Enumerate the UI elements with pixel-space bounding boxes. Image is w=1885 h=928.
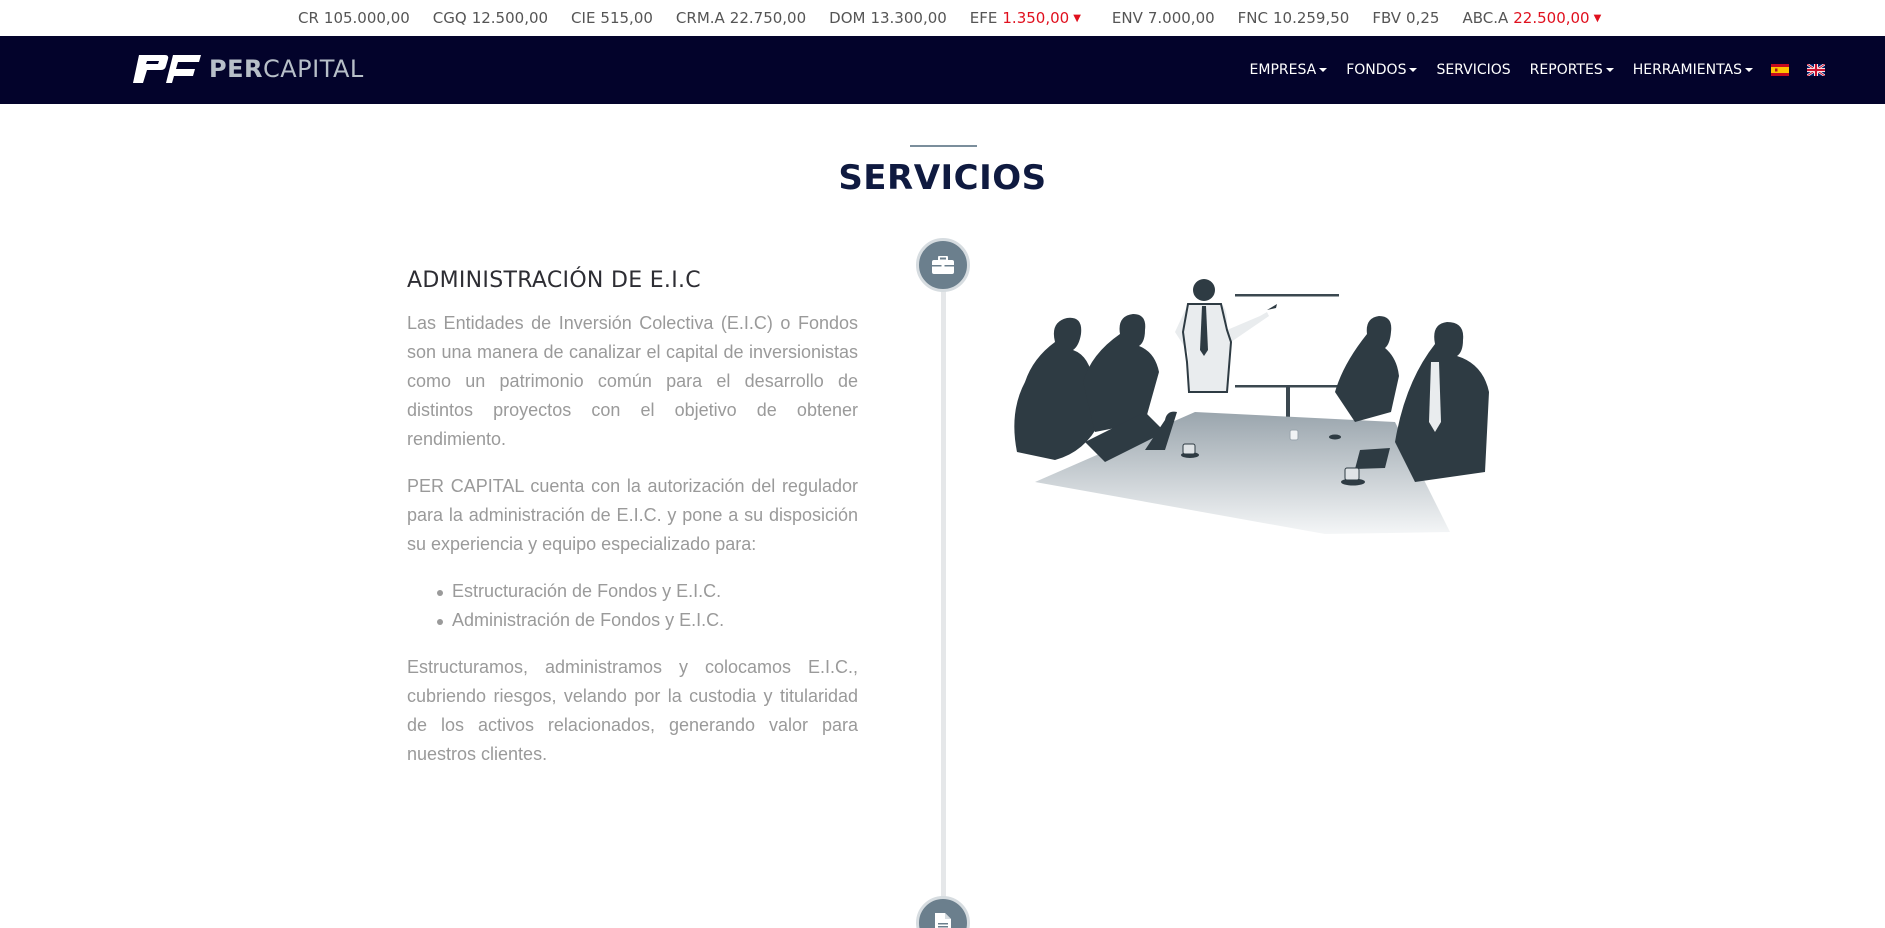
nav-servicios-label: SERVICIOS [1436, 62, 1511, 78]
spain-flag-icon[interactable] [1771, 64, 1789, 76]
ticker-track: CR 105.000,00 CGQ 12.500,00 CIE 515,00 CRM.A 22… [298, 0, 1632, 36]
caret-down-icon [1319, 68, 1328, 72]
brand-logo[interactable]: PERCAPITAL [133, 51, 364, 87]
ticker-item: CRM.A 22.750,00 [676, 9, 806, 27]
uk-flag-icon[interactable] [1807, 64, 1825, 76]
nav-empresa-label: EMPRESA [1249, 62, 1317, 78]
main-nav: EMPRESA FONDOS SERVICIOS REPORTES HERRAM… [1231, 36, 1825, 104]
ticker-item: FNC 10.259,50 [1238, 9, 1350, 27]
service-paragraph-2: PER CAPITAL cuenta con la autorización d… [407, 476, 858, 554]
section-title: SERVICIOS [838, 158, 1047, 198]
ticker-value: 22.500,00 [1513, 9, 1590, 27]
nav-herramientas-label: HERRAMIENTAS [1632, 62, 1742, 78]
nav-reportes[interactable]: REPORTES [1530, 62, 1614, 78]
service-content: ADMINISTRACIÓN DE E.I.C Las Entidades de… [407, 268, 858, 787]
nav-fondos[interactable]: FONDOS [1346, 62, 1418, 78]
nav-servicios[interactable]: SERVICIOS [1436, 62, 1510, 78]
ticker-symbol: CGQ [432, 9, 467, 27]
ticker-symbol: ENV [1111, 9, 1143, 27]
nav-herramientas[interactable]: HERRAMIENTAS [1633, 62, 1753, 78]
briefcase-icon [932, 256, 954, 274]
list-item: Estructuración de Fondos y E.I.C. [437, 577, 858, 606]
ticker-item: DOM 13.300,00 [829, 9, 947, 27]
ticker-value: 22.750,00 [729, 9, 807, 27]
ticker-item: ENV 7.000,00 [1112, 9, 1215, 27]
ticker-value: 13.300,00 [870, 9, 947, 27]
caret-down-icon [1745, 68, 1753, 72]
ticker-symbol: FNC [1237, 9, 1268, 27]
ticker-value: 10.259,50 [1272, 9, 1350, 27]
stock-ticker: CR 105.000,00 CGQ 12.500,00 CIE 515,00 CRM.A 22… [0, 0, 1885, 36]
brand-light: CAPITAL [262, 55, 364, 83]
nav-fondos-label: FONDOS [1346, 62, 1407, 78]
service-paragraph-1: Las Entidades de Inversión Colectiva (E.… [407, 313, 858, 449]
ticker-value: 0,25 [1406, 9, 1440, 27]
nav-reportes-label: REPORTES [1529, 62, 1603, 78]
ticker-item: CR 105.000,00 [298, 9, 410, 27]
caret-down-icon [1605, 68, 1614, 72]
caret-down-icon: ▼ [1073, 12, 1081, 24]
section-divider [910, 145, 977, 147]
ticker-symbol: CIE [571, 9, 596, 27]
timeline-marker-document [916, 896, 970, 928]
ticker-item: EFE 1.350,00 ▼ [970, 9, 1081, 27]
timeline-line [941, 270, 946, 910]
service-bullet-list: Estructuración de Fondos y E.I.C. Admini… [437, 577, 858, 635]
ticker-value: 1.350,00 [1002, 9, 1070, 27]
ticker-symbol: EFE [969, 9, 998, 27]
business-meeting-illustration [1014, 279, 1489, 534]
ticker-symbol: DOM [829, 9, 866, 27]
ticker-symbol: CR [298, 9, 319, 27]
ticker-item: CIE 515,00 [571, 9, 653, 27]
caret-down-icon [1409, 68, 1418, 72]
navbar: PERCAPITAL EMPRESA FONDOS SERVICIOS REPO… [0, 36, 1885, 104]
ticker-symbol: ABC.A [1462, 9, 1509, 27]
caret-down-icon: ▼ [1593, 12, 1602, 24]
list-item: Administración de Fondos y E.I.C. [437, 606, 858, 635]
ticker-symbol: FBV [1372, 9, 1402, 27]
service-paragraph-3: Estructuramos, administramos y colocamos… [407, 657, 858, 764]
document-icon [935, 913, 951, 928]
logo-mark-icon [133, 55, 201, 83]
ticker-value: 12.500,00 [471, 9, 549, 27]
ticker-value: 105.000,00 [323, 9, 410, 27]
ticker-value: 7.000,00 [1147, 9, 1215, 27]
ticker-item: ABC.A 22.500,00 ▼ [1462, 9, 1601, 27]
ticker-value: 515,00 [600, 9, 653, 27]
ticker-item: FBV 0,25 [1372, 9, 1439, 27]
timeline-marker-briefcase [916, 238, 970, 292]
service-title: ADMINISTRACIÓN DE E.I.C [407, 268, 701, 293]
brand-bold: PER [209, 55, 263, 83]
ticker-item: CGQ 12.500,00 [433, 9, 548, 27]
ticker-symbol: CRM.A [675, 9, 725, 27]
nav-empresa[interactable]: EMPRESA [1250, 62, 1328, 78]
